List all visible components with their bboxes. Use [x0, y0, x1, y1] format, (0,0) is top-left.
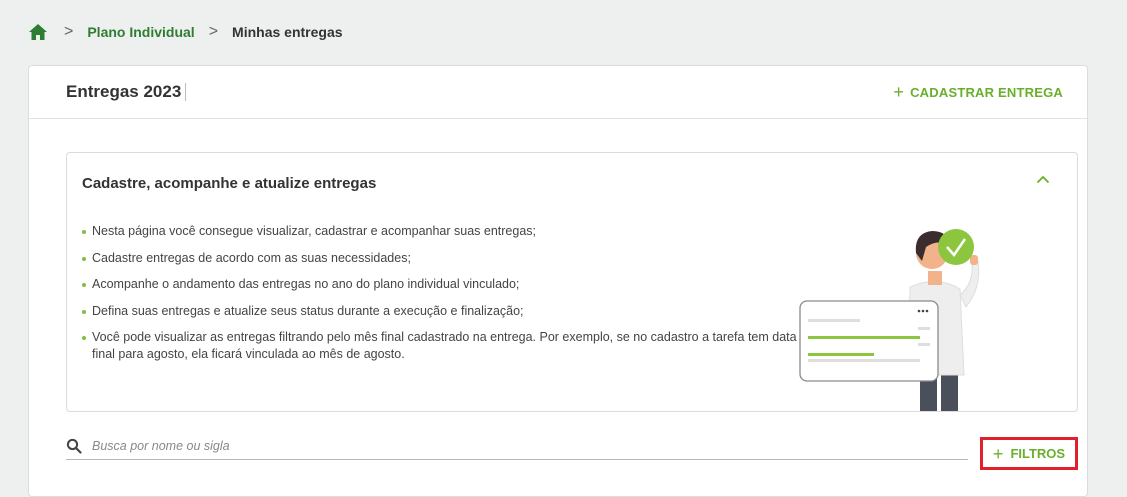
cadastrar-entrega-label: CADASTRAR ENTREGA: [910, 84, 1063, 100]
filtros-button[interactable]: + FILTROS: [980, 437, 1078, 470]
info-item: Nesta página você consegue visualizar, c…: [82, 223, 802, 240]
entregas-card: Entregas 2023 + CADASTRAR ENTREGA Cadast…: [28, 65, 1088, 497]
breadcrumb-current: Minhas entregas: [232, 24, 343, 40]
title-divider: [185, 83, 187, 101]
info-item: Você pode visualizar as entregas filtran…: [82, 329, 802, 363]
breadcrumb-separator: >: [208, 23, 219, 40]
deliveries-illustration: [792, 215, 1002, 411]
search-icon: [66, 438, 82, 454]
info-item: Acompanhe o andamento das entregas no an…: [82, 276, 802, 293]
plus-icon: +: [992, 443, 1004, 464]
info-item: Cadastre entregas de acordo com as suas …: [82, 250, 802, 267]
breadcrumb-link-plano-individual[interactable]: Plano Individual: [87, 24, 194, 40]
info-list: Nesta página você consegue visualizar, c…: [82, 223, 802, 373]
card-header: Entregas 2023 + CADASTRAR ENTREGA: [29, 66, 1087, 119]
breadcrumb-separator: >: [64, 23, 74, 40]
search-bar: [66, 433, 968, 460]
breadcrumb: > Plano Individual > Minhas entregas: [28, 22, 343, 42]
search-input[interactable]: [90, 438, 954, 454]
plus-icon: +: [893, 82, 905, 102]
info-panel: Cadastre, acompanhe e atualize entregas …: [66, 152, 1078, 412]
cadastrar-entrega-button[interactable]: + CADASTRAR ENTREGA: [893, 83, 1063, 101]
info-title: Cadastre, acompanhe e atualize entregas: [82, 175, 377, 192]
page-title-text: Entregas 2023: [66, 82, 182, 101]
filtros-label: FILTROS: [1010, 446, 1066, 461]
page-title: Entregas 2023: [66, 82, 187, 102]
info-item: Defina suas entregas e atualize seus sta…: [82, 303, 802, 320]
chevron-up-icon[interactable]: [1033, 169, 1053, 189]
home-icon[interactable]: [28, 22, 50, 42]
